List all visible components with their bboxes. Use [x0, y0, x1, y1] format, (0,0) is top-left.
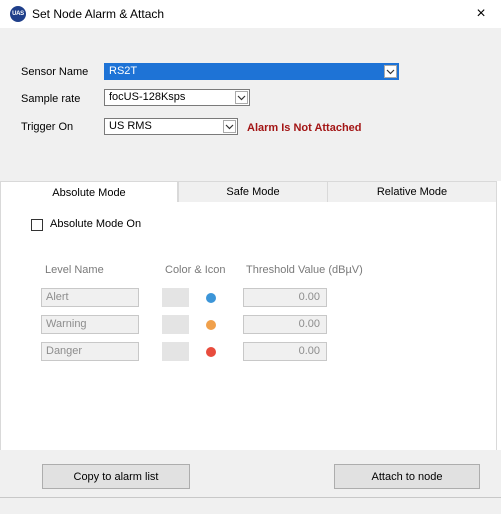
tab-safe-mode[interactable]: Safe Mode — [178, 181, 328, 203]
attach-to-node-button[interactable]: Attach to node — [334, 464, 480, 489]
chevron-down-icon[interactable] — [235, 91, 248, 104]
level-name-field[interactable]: Danger — [41, 342, 139, 361]
chevron-down-icon[interactable] — [223, 120, 236, 133]
divider — [0, 497, 501, 498]
trigger-on-label: Trigger On — [21, 121, 74, 133]
sensor-name-label: Sensor Name — [21, 66, 89, 78]
trigger-on-value: US RMS — [109, 120, 152, 132]
app-icon: UAS — [10, 6, 26, 22]
threshold-field[interactable]: 0.00 — [243, 315, 327, 334]
title-bar: UAS Set Node Alarm & Attach × — [0, 0, 501, 28]
copy-to-alarm-list-button[interactable]: Copy to alarm list — [42, 464, 190, 489]
absolute-mode-label[interactable]: Absolute Mode On — [50, 218, 141, 230]
threshold-field[interactable]: 0.00 — [243, 342, 327, 361]
level-name-text: Alert — [46, 291, 69, 303]
tab-relative-mode[interactable]: Relative Mode — [327, 181, 497, 203]
chevron-down-icon[interactable] — [384, 65, 397, 78]
sample-rate-select[interactable]: focUS-128Ksps — [104, 89, 250, 106]
sensor-name-select[interactable]: RS2T — [104, 63, 399, 80]
threshold-value: 0.00 — [298, 318, 320, 330]
threshold-value: 0.00 — [298, 345, 320, 357]
threshold-value: 0.00 — [298, 291, 320, 303]
level-name-field[interactable]: Warning — [41, 315, 139, 334]
sample-rate-value: focUS-128Ksps — [109, 91, 186, 103]
danger-dot-icon — [206, 347, 216, 357]
color-swatch[interactable] — [162, 315, 189, 334]
trigger-on-select[interactable]: US RMS — [104, 118, 238, 135]
sample-rate-label: Sample rate — [21, 93, 81, 105]
threshold-field[interactable]: 0.00 — [243, 288, 327, 307]
alert-dot-icon — [206, 293, 216, 303]
mode-tabs: Absolute Mode Safe Mode Relative Mode — [0, 181, 501, 203]
color-swatch[interactable] — [162, 288, 189, 307]
sensor-name-value: RS2T — [109, 65, 138, 77]
threshold-header: Threshold Value (dBµV) — [246, 264, 363, 276]
absolute-mode-checkbox[interactable] — [31, 219, 43, 231]
level-name-text: Danger — [46, 345, 83, 357]
tab-absolute-mode[interactable]: Absolute Mode — [0, 181, 178, 203]
level-name-header: Level Name — [45, 264, 104, 276]
window-title: Set Node Alarm & Attach — [32, 7, 165, 21]
warning-dot-icon — [206, 320, 216, 330]
color-swatch[interactable] — [162, 342, 189, 361]
level-name-field[interactable]: Alert — [41, 288, 139, 307]
close-button[interactable]: × — [461, 0, 501, 28]
level-name-text: Warning — [46, 318, 87, 330]
color-icon-header: Color & Icon — [165, 264, 226, 276]
alarm-status-text: Alarm Is Not Attached — [247, 122, 362, 134]
